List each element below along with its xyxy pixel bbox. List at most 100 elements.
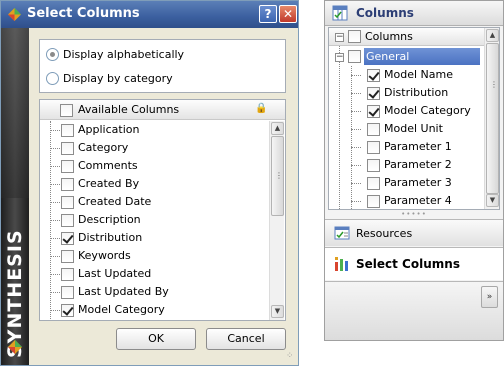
- column-checkbox[interactable]: [61, 142, 74, 155]
- group-label: General: [364, 48, 480, 65]
- tree-select-all-checkbox[interactable]: [348, 30, 361, 43]
- tree-item-label: Parameter 2: [384, 158, 452, 171]
- tree-item[interactable]: Parameter 3: [329, 174, 483, 192]
- list-item[interactable]: Category: [40, 139, 269, 157]
- tree-item-label: Model Unit: [384, 122, 443, 135]
- tree-item[interactable]: Parameter 4: [329, 192, 483, 209]
- tree-header-label: Columns: [365, 30, 413, 43]
- tree-item[interactable]: Parameter 2: [329, 156, 483, 174]
- column-checkbox[interactable]: [61, 214, 74, 227]
- tree-item[interactable]: Model Category: [329, 102, 483, 120]
- help-button[interactable]: ?: [259, 5, 277, 23]
- lock-icon: 🔒: [255, 103, 268, 114]
- list-item[interactable]: Description: [40, 211, 269, 229]
- list-item[interactable]: Comments: [40, 157, 269, 175]
- list-item[interactable]: Keywords: [40, 247, 269, 265]
- scroll-up-button[interactable]: ▲: [486, 29, 499, 42]
- resources-icon: [334, 226, 350, 240]
- list-item[interactable]: Last Updated By: [40, 283, 269, 301]
- radio-display-by-category[interactable]: Display by category: [46, 70, 173, 86]
- chevron-icon[interactable]: »: [481, 286, 498, 308]
- select-all-checkbox[interactable]: [60, 104, 73, 117]
- list-item[interactable]: Created By: [40, 175, 269, 193]
- nav-resources-label: Resources: [356, 227, 413, 240]
- tree-item-label: Model Category: [384, 104, 471, 117]
- panel-splitter[interactable]: •••••: [325, 211, 503, 219]
- nav-select-columns[interactable]: Select Columns: [325, 247, 503, 280]
- group-checkbox[interactable]: [348, 50, 361, 63]
- tree-item-checkbox[interactable]: [367, 159, 380, 172]
- columns-tree: − Columns − General Model Name Distribut…: [328, 27, 500, 210]
- list-item[interactable]: Application: [40, 121, 269, 139]
- ok-button[interactable]: OK: [116, 328, 196, 350]
- tree-item-checkbox[interactable]: [367, 123, 380, 136]
- tree-scrollbar[interactable]: ▲ ⋮⋮ ▼: [484, 28, 499, 209]
- close-button[interactable]: ✕: [279, 5, 297, 23]
- tree-header: − Columns: [329, 28, 499, 46]
- tree-group-general[interactable]: − General: [329, 48, 481, 66]
- resize-grip[interactable]: ⁘: [286, 351, 298, 363]
- column-checkbox[interactable]: [61, 250, 74, 263]
- nav-resources[interactable]: Resources: [325, 219, 503, 246]
- column-label: Created Date: [78, 195, 152, 208]
- synthesis-mark-icon: [8, 340, 22, 354]
- scroll-down-button[interactable]: ▼: [271, 305, 284, 318]
- dialog-title: Select Columns: [27, 6, 140, 21]
- scroll-thumb[interactable]: ⋮⋮: [486, 43, 499, 194]
- tree-item-label: Distribution: [384, 86, 449, 99]
- column-checkbox[interactable]: [61, 178, 74, 191]
- collapse-icon[interactable]: −: [335, 53, 344, 62]
- column-label: Created By: [78, 177, 140, 190]
- synthesis-logo-icon: [8, 8, 21, 21]
- available-columns-list: Available Columns 🔒 Application Category…: [39, 99, 286, 321]
- tree-item-checkbox[interactable]: [367, 195, 380, 208]
- list-header-label: Available Columns: [78, 103, 180, 116]
- columns-icon: [332, 5, 348, 21]
- list-item[interactable]: Last Updated: [40, 265, 269, 283]
- column-checkbox[interactable]: [61, 124, 74, 137]
- tree-item-checkbox[interactable]: [367, 69, 380, 82]
- cancel-button[interactable]: Cancel: [206, 328, 286, 350]
- column-label: Comments: [78, 159, 138, 172]
- column-label: Keywords: [78, 249, 131, 262]
- column-label: Application: [78, 123, 140, 136]
- tree-item[interactable]: Parameter 1: [329, 138, 483, 156]
- radio-button[interactable]: [46, 71, 59, 85]
- columns-panel: Columns − Columns − General Model Name D…: [324, 0, 504, 341]
- column-checkbox[interactable]: [61, 304, 74, 317]
- nav-select-columns-label: Select Columns: [356, 257, 460, 271]
- nav-footer: »: [325, 281, 503, 340]
- list-scrollbar[interactable]: ▲ ⋮⋮ ▼: [269, 121, 285, 320]
- column-checkbox[interactable]: [61, 232, 74, 245]
- column-label: Last Updated: [78, 267, 152, 280]
- tree-item-checkbox[interactable]: [367, 105, 380, 118]
- scroll-thumb[interactable]: ⋮⋮: [271, 136, 285, 216]
- list-item[interactable]: Model Category: [40, 301, 269, 319]
- tree-item-checkbox[interactable]: [367, 141, 380, 154]
- tree-item-checkbox[interactable]: [367, 87, 380, 100]
- radio-label: Display by category: [63, 71, 173, 85]
- list-item[interactable]: Created Date: [40, 193, 269, 211]
- tree-item-checkbox[interactable]: [367, 177, 380, 190]
- column-label: Last Updated By: [78, 285, 169, 298]
- scroll-up-button[interactable]: ▲: [271, 122, 284, 135]
- scroll-down-button[interactable]: ▼: [486, 194, 499, 207]
- radio-label: Display alphabetically: [63, 47, 185, 61]
- dialog-title-bar[interactable]: Select Columns ? ✕: [1, 1, 298, 28]
- column-checkbox[interactable]: [61, 286, 74, 299]
- column-checkbox[interactable]: [61, 268, 74, 281]
- collapse-icon[interactable]: −: [335, 33, 344, 42]
- radio-display-alphabetically[interactable]: Display alphabetically: [46, 46, 184, 62]
- tree-item[interactable]: Model Name: [329, 66, 483, 84]
- radio-button[interactable]: [46, 47, 59, 61]
- synthesis-side-banner: SYNTHESIS: [1, 28, 29, 365]
- tree-item-label: Parameter 1: [384, 140, 452, 153]
- tree-item[interactable]: Distribution: [329, 84, 483, 102]
- select-columns-dialog: Select Columns ? ✕ SYNTHESIS Display alp…: [0, 0, 299, 366]
- tree-item[interactable]: Model Unit: [329, 120, 483, 138]
- list-item[interactable]: Distribution: [40, 229, 269, 247]
- tree-item-label: Parameter 3: [384, 176, 452, 189]
- column-checkbox[interactable]: [61, 196, 74, 209]
- column-label: Category: [78, 141, 129, 154]
- column-checkbox[interactable]: [61, 160, 74, 173]
